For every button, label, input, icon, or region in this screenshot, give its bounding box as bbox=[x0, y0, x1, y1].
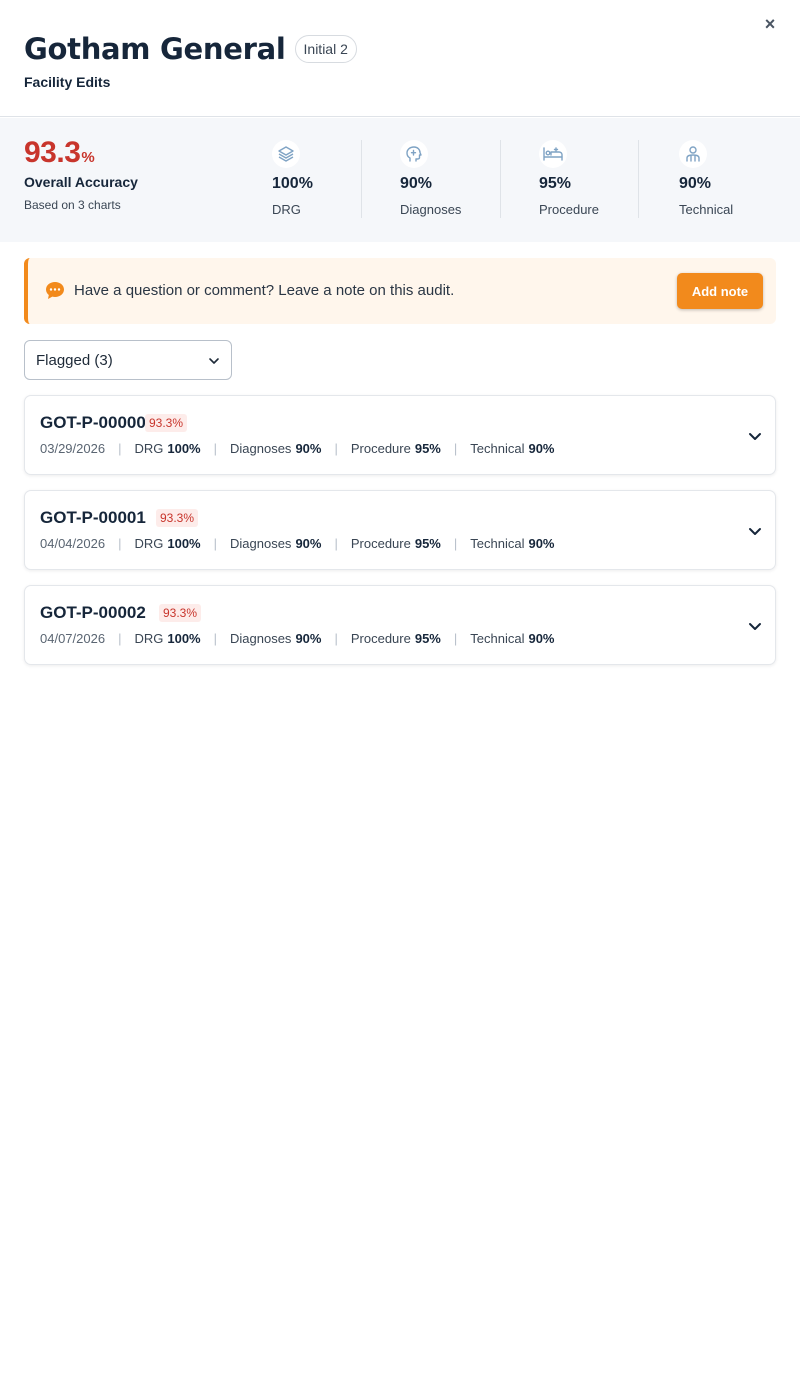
meta-separator: | bbox=[334, 631, 338, 646]
chart-drg-value: 100% bbox=[167, 441, 201, 456]
meta-separator: | bbox=[334, 441, 338, 456]
chart-score-badge: 93.3% bbox=[145, 414, 188, 432]
flagged-filter-select[interactable]: Flagged (3) bbox=[24, 340, 232, 380]
note-banner: Have a question or comment? Leave a note… bbox=[24, 258, 776, 324]
meta-separator: | bbox=[213, 441, 217, 456]
chart-procedure-label: Procedure bbox=[350, 631, 411, 646]
page-subtitle: Facility Edits bbox=[24, 74, 111, 90]
chart-drg-label: DRG bbox=[134, 441, 164, 456]
chart-diagnoses-label: Diagnoses bbox=[230, 441, 292, 456]
chart-procedure-value: 95% bbox=[414, 536, 441, 551]
chart-diagnoses-label: Diagnoses bbox=[230, 536, 292, 551]
metric-technical-label: Technical bbox=[679, 202, 734, 217]
accuracy-summary-panel: 93.3 % Overall Accuracy Based on 3 chart… bbox=[0, 118, 800, 242]
chart-drg-value: 100% bbox=[167, 631, 201, 646]
meta-separator: | bbox=[453, 631, 458, 646]
metric-procedure-label: Procedure bbox=[539, 202, 599, 217]
chart-id: GOT-P-00000 bbox=[40, 413, 146, 432]
chart-procedure-value: 95% bbox=[414, 441, 441, 456]
chevron-down-icon[interactable] bbox=[747, 618, 763, 634]
metric-procedure: 95% Procedure bbox=[500, 140, 638, 218]
layers-icon bbox=[272, 140, 300, 168]
meta-separator: | bbox=[453, 536, 458, 551]
chat-bubble-icon bbox=[46, 282, 64, 299]
close-button[interactable]: × bbox=[760, 14, 780, 34]
chart-technical-label: Technical bbox=[470, 536, 525, 551]
chart-procedure-value: 95% bbox=[414, 631, 441, 646]
metric-drg-value: 100% bbox=[272, 175, 313, 192]
chart-technical-value: 90% bbox=[528, 631, 555, 646]
overall-accuracy-subtext: Based on 3 charts bbox=[24, 198, 121, 212]
overall-accuracy-value: 93.3 % bbox=[24, 136, 138, 170]
chart-score-badge: 93.3% bbox=[159, 604, 202, 622]
meta-separator: | bbox=[118, 441, 122, 456]
chevron-down-icon[interactable] bbox=[747, 523, 763, 539]
chart-score-badge: 93.3% bbox=[156, 509, 199, 527]
person-icon bbox=[679, 140, 707, 168]
chart-diagnoses-label: Diagnoses bbox=[230, 631, 292, 646]
note-prompt-text: Have a question or comment? Leave a note… bbox=[74, 282, 455, 299]
metric-drg: 100% DRG bbox=[272, 140, 361, 218]
metric-technical-value: 90% bbox=[679, 175, 712, 192]
overall-accuracy-number: 93.3 bbox=[24, 136, 81, 169]
chart-meta: 03/29/2026 | DRG 100% | Diagnoses 90% | … bbox=[40, 441, 555, 456]
chart-date: 04/07/2026 bbox=[40, 631, 106, 646]
chart-technical-value: 90% bbox=[528, 536, 555, 551]
chart-drg-label: DRG bbox=[134, 536, 164, 551]
chart-diagnoses-value: 90% bbox=[295, 441, 322, 456]
chart-technical-label: Technical bbox=[470, 441, 525, 456]
chart-technical-label: Technical bbox=[470, 631, 525, 646]
chart-id: GOT-P-00001 bbox=[40, 508, 146, 527]
chart-meta: 04/04/2026 | DRG 100% | Diagnoses 90% | … bbox=[40, 536, 555, 551]
chart-id: GOT-P-00002 bbox=[40, 603, 146, 622]
chevron-down-icon bbox=[209, 358, 219, 364]
overall-accuracy: 93.3 % Overall Accuracy Based on 3 chart… bbox=[24, 136, 138, 212]
chart-procedure-label: Procedure bbox=[350, 536, 411, 551]
title-row: Gotham General Initial 2 bbox=[24, 32, 357, 66]
chart-drg-value: 100% bbox=[167, 536, 201, 551]
meta-separator: | bbox=[334, 536, 338, 551]
chart-technical-value: 90% bbox=[528, 441, 555, 456]
close-icon: × bbox=[764, 14, 776, 34]
chart-diagnoses-value: 90% bbox=[295, 536, 322, 551]
meta-separator: | bbox=[118, 536, 122, 551]
filter-selected-value: Flagged (3) bbox=[36, 352, 113, 369]
chart-diagnoses-value: 90% bbox=[295, 631, 322, 646]
meta-separator: | bbox=[118, 631, 122, 646]
metric-technical: 90% Technical bbox=[638, 140, 800, 218]
meta-separator: | bbox=[453, 441, 458, 456]
metric-diagnoses-label: Diagnoses bbox=[400, 202, 462, 217]
overall-accuracy-unit: % bbox=[81, 149, 95, 166]
metric-diagnoses: 90% Diagnoses bbox=[361, 140, 500, 218]
modal-header: Gotham General Initial 2 Facility Edits … bbox=[0, 0, 800, 117]
metric-procedure-value: 95% bbox=[539, 175, 572, 192]
chevron-down-icon[interactable] bbox=[747, 428, 763, 444]
audit-round-badge: Initial 2 bbox=[294, 35, 357, 63]
bed-icon bbox=[539, 140, 567, 168]
chart-drg-label: DRG bbox=[134, 631, 164, 646]
overall-accuracy-label: Overall Accuracy bbox=[24, 174, 138, 190]
meta-separator: | bbox=[213, 536, 217, 551]
page-title: Gotham General bbox=[24, 32, 286, 66]
brain-icon bbox=[400, 140, 428, 168]
chart-card[interactable]: GOT-P-00000 93.3% 03/29/2026 | DRG 100% … bbox=[24, 395, 776, 475]
metric-drg-label: DRG bbox=[272, 202, 301, 217]
chart-meta: 04/07/2026 | DRG 100% | Diagnoses 90% | … bbox=[40, 631, 555, 646]
chart-card[interactable]: GOT-P-00001 93.3% 04/04/2026 | DRG 100% … bbox=[24, 490, 776, 570]
add-note-button[interactable]: Add note bbox=[677, 273, 763, 309]
meta-separator: | bbox=[213, 631, 217, 646]
chart-date: 04/04/2026 bbox=[40, 536, 106, 551]
chart-procedure-label: Procedure bbox=[350, 441, 411, 456]
chart-card[interactable]: GOT-P-00002 93.3% 04/07/2026 | DRG 100% … bbox=[24, 585, 776, 665]
chart-date: 03/29/2026 bbox=[40, 441, 106, 456]
metric-diagnoses-value: 90% bbox=[400, 175, 433, 192]
